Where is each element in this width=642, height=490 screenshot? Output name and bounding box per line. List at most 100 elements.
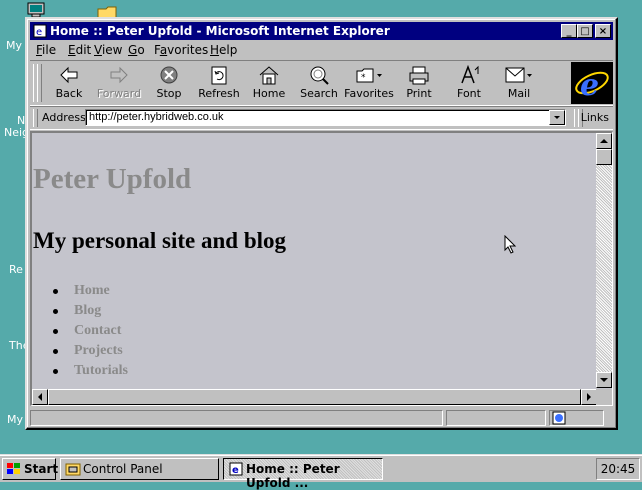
desktop-label-recycle-bin[interactable]: Re: [9, 263, 23, 276]
font-icon: [444, 64, 494, 87]
taskbar-ie-window[interactable]: e Home :: Peter Upfold ...: [223, 458, 383, 490]
arrow-left-icon: [38, 393, 42, 401]
refresh-button[interactable]: Refresh: [194, 63, 244, 103]
svg-text:*: *: [361, 73, 366, 83]
nav-link-contact[interactable]: Contact: [74, 323, 121, 339]
windows-logo-icon: [7, 463, 20, 474]
forward-button[interactable]: Forward: [94, 63, 144, 103]
search-label: Search: [300, 87, 338, 100]
maximize-button[interactable]: □: [577, 24, 593, 38]
desktop-label-my-briefcase[interactable]: My: [7, 413, 23, 426]
menu-help-accel: H: [210, 43, 220, 57]
nav-link-projects[interactable]: Projects: [74, 343, 123, 359]
back-button[interactable]: Back: [44, 63, 94, 103]
web-page: Peter Upfold My personal site and blog H…: [32, 133, 597, 388]
nav-link-home[interactable]: Home: [74, 283, 110, 299]
status-text-pane: [30, 410, 443, 426]
maximize-icon: □: [580, 25, 590, 37]
address-input[interactable]: http://peter.hybridweb.co.uk: [85, 109, 566, 126]
menu-favorites-rest: vorites: [167, 43, 209, 57]
print-button[interactable]: Print: [394, 63, 444, 103]
minimize-icon: _: [566, 25, 572, 37]
font-label: Font: [457, 87, 481, 100]
start-label: Start: [24, 462, 59, 476]
bullet: [53, 349, 58, 354]
chevron-down-icon: [554, 116, 560, 119]
taskbar: Start Control Panel e Home :: Peter Upfo…: [0, 454, 642, 490]
search-icon: [294, 65, 344, 87]
status-progress-pane: [446, 410, 546, 426]
taskbar-control-panel[interactable]: Control Panel: [60, 458, 219, 480]
menu-help[interactable]: Help: [210, 43, 237, 57]
desktop-my-computer-icon[interactable]: [27, 2, 45, 18]
menu-edit[interactable]: Edit: [68, 43, 91, 57]
menu-go-accel: G: [128, 43, 138, 57]
page-subheading: My personal site and blog: [33, 228, 287, 253]
refresh-icon: [194, 65, 244, 87]
links-button[interactable]: Links: [581, 111, 609, 124]
close-button[interactable]: ×: [595, 24, 611, 38]
menu-edit-accel: E: [68, 43, 76, 57]
address-dropdown-button[interactable]: [549, 110, 565, 125]
svg-text:e: e: [580, 68, 599, 103]
nav-link-tutorials[interactable]: Tutorials: [74, 363, 128, 379]
address-url[interactable]: http://peter.hybridweb.co.uk: [89, 111, 224, 123]
printer-icon: [394, 65, 444, 87]
menu-go-rest: o: [137, 43, 145, 57]
standard-toolbar: Back Forward Stop Refresh Home Search * …: [30, 60, 613, 106]
horizontal-scrollbar[interactable]: [32, 389, 597, 405]
page-heading[interactable]: Peter Upfold: [33, 163, 191, 196]
stop-icon: [144, 65, 194, 87]
menu-go[interactable]: Go: [128, 43, 145, 57]
mouse-cursor-icon: [504, 234, 518, 258]
scroll-h-thumb[interactable]: [48, 389, 581, 405]
ie-page-icon: e: [229, 462, 243, 476]
control-panel-icon: [65, 463, 81, 476]
mail-label: Mail: [507, 87, 531, 100]
minimize-button[interactable]: _: [561, 24, 577, 38]
stop-button[interactable]: Stop: [144, 63, 194, 103]
menu-file-rest: ile: [42, 43, 57, 57]
refresh-label: Refresh: [198, 87, 240, 100]
window-title: Home :: Peter Upfold - Microsoft Interne…: [50, 24, 390, 38]
scroll-right-button[interactable]: [581, 389, 597, 405]
home-button[interactable]: Home: [244, 63, 294, 103]
status-zone-pane: [549, 410, 604, 426]
title-bar[interactable]: e Home :: Peter Upfold - Microsoft Inter…: [30, 22, 613, 40]
bullet: [53, 329, 58, 334]
scroll-thumb[interactable]: [596, 149, 612, 165]
menu-help-rest: elp: [219, 43, 238, 57]
forward-arrow-icon: [94, 65, 144, 87]
back-arrow-icon: [44, 65, 94, 87]
stop-label: Stop: [156, 87, 182, 100]
ie-window: e Home :: Peter Upfold - Microsoft Inter…: [25, 17, 618, 430]
arrow-right-icon: [587, 393, 591, 401]
menu-file[interactable]: File: [36, 43, 56, 57]
desktop-label-my-computer[interactable]: My: [6, 39, 22, 52]
start-button[interactable]: Start: [2, 458, 59, 480]
search-button[interactable]: Search: [294, 63, 344, 103]
scroll-up-button[interactable]: [596, 133, 612, 149]
home-label: Home: [252, 87, 286, 100]
system-tray-clock[interactable]: 20:45: [596, 458, 640, 480]
mail-icon: [494, 65, 544, 87]
address-bar: Address http://peter.hybridweb.co.uk Lin…: [30, 106, 613, 130]
menu-view[interactable]: View: [94, 43, 122, 57]
scroll-left-button[interactable]: [32, 389, 48, 405]
page-viewport: Peter Upfold My personal site and blog H…: [30, 131, 613, 406]
nav-link-blog[interactable]: Blog: [74, 303, 101, 319]
toolbar-grip-2[interactable]: [37, 64, 42, 102]
arrow-down-icon: [600, 378, 608, 382]
font-button[interactable]: Font: [444, 63, 494, 103]
menu-bar: File Edit View Go Favorites Help: [30, 41, 613, 59]
menu-view-rest: iew: [101, 43, 123, 57]
favorites-button[interactable]: * Favorites: [344, 63, 394, 103]
scroll-down-button[interactable]: [596, 372, 612, 388]
mail-button[interactable]: Mail: [494, 63, 544, 103]
bullet: [53, 309, 58, 314]
menu-favorites[interactable]: Favorites: [154, 43, 208, 57]
address-grip[interactable]: [33, 109, 38, 127]
scroll-corner: [596, 389, 612, 405]
vertical-scrollbar[interactable]: [596, 133, 612, 388]
back-label: Back: [55, 87, 83, 100]
